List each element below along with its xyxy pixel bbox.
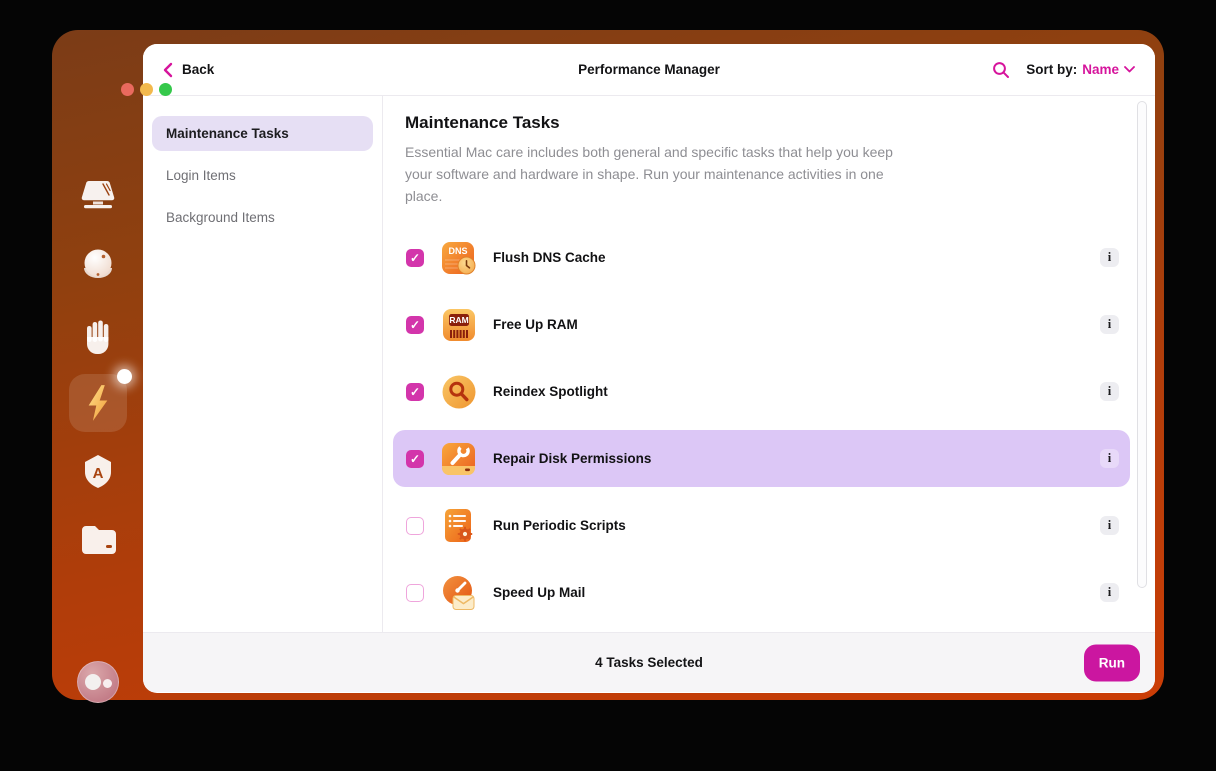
svg-text:RAM: RAM (449, 315, 468, 325)
task-row-flush-dns-cache[interactable]: DNS Flush DNS Cache i (393, 229, 1130, 286)
back-button[interactable]: Back (163, 62, 214, 78)
checkbox-checked[interactable] (406, 248, 424, 267)
info-button[interactable]: i (1100, 248, 1119, 267)
nav-item-background-items[interactable]: Background Items (152, 200, 373, 235)
task-label: Run Periodic Scripts (493, 518, 626, 533)
task-row-repair-disk-permissions[interactable]: Repair Disk Permissions i (393, 430, 1130, 487)
section-heading: Maintenance Tasks (405, 113, 560, 132)
checkbox-checked[interactable] (406, 449, 424, 468)
checkbox-unchecked[interactable] (406, 583, 424, 602)
protection-hand-icon (81, 318, 115, 354)
sort-by-label: Sort by: (1026, 62, 1078, 77)
task-row-reindex-spotlight[interactable]: Reindex Spotlight i (393, 363, 1130, 420)
close-button[interactable] (121, 83, 134, 96)
dock-item-mac[interactable] (79, 180, 117, 210)
section-description: Essential Mac care includes both general… (405, 144, 893, 204)
task-list: DNS Flush DNS Cache i (393, 229, 1130, 648)
sort-value: Name (1082, 62, 1119, 77)
search-icon[interactable] (992, 61, 1010, 79)
content-card: Back Performance Manager Sort by: Name M… (143, 44, 1155, 693)
assistant-avatar-icon (76, 661, 119, 703)
task-label: Free Up RAM (493, 317, 578, 332)
module-dock: A (52, 30, 143, 703)
info-button[interactable]: i (1100, 516, 1119, 535)
nav-item-maintenance-tasks[interactable]: Maintenance Tasks (152, 116, 373, 151)
chevron-down-icon (1124, 66, 1135, 73)
info-button[interactable]: i (1100, 583, 1119, 602)
dock-item-speed-selected[interactable] (68, 369, 132, 432)
applications-icon: A (81, 454, 115, 492)
run-button[interactable]: Run (1083, 644, 1140, 681)
card-footer: 4 Tasks Selected Run (143, 632, 1155, 692)
task-label: Speed Up Mail (493, 585, 586, 600)
task-label: Reindex Spotlight (493, 384, 608, 399)
nav-item-login-items[interactable]: Login Items (152, 158, 373, 193)
info-button[interactable]: i (1100, 315, 1119, 334)
info-button[interactable]: i (1100, 382, 1119, 401)
dock-item-files[interactable] (80, 524, 116, 554)
chevron-left-icon (163, 62, 173, 78)
scrollbar[interactable] (1137, 101, 1147, 588)
app-window: A Back Performance Manager Sort by: Name… (52, 30, 1164, 703)
mac-display-icon (79, 180, 117, 210)
maximize-button[interactable] (159, 83, 172, 96)
tasks-selected-status: 4 Tasks Selected (595, 655, 703, 670)
svg-text:DNS: DNS (448, 246, 467, 256)
checkbox-unchecked[interactable] (406, 516, 424, 535)
scripts-gear-icon (441, 508, 477, 544)
info-button[interactable]: i (1100, 449, 1119, 468)
task-row-run-periodic-scripts[interactable]: Run Periodic Scripts i (393, 497, 1130, 554)
dock-item-assistant[interactable] (76, 661, 119, 703)
window-controls (121, 83, 172, 96)
dock-item-cleanup[interactable] (80, 247, 116, 285)
mail-speedometer-icon (441, 575, 477, 611)
cleanup-orb-icon (80, 247, 116, 285)
speed-lightning-icon (81, 382, 115, 424)
card-header: Back Performance Manager Sort by: Name (143, 44, 1155, 96)
section-nav: Maintenance Tasks Login Items Background… (143, 96, 383, 632)
checkbox-checked[interactable] (406, 382, 424, 401)
dns-cache-icon: DNS (441, 240, 477, 276)
back-label: Back (182, 62, 215, 77)
notification-dot (116, 369, 132, 384)
task-label: Repair Disk Permissions (493, 451, 652, 466)
task-pane: Maintenance Tasks Essential Mac care inc… (383, 96, 1155, 648)
minimize-button[interactable] (140, 83, 153, 96)
svg-text:A: A (92, 465, 103, 482)
dock-item-protection[interactable] (81, 318, 115, 354)
task-row-free-up-ram[interactable]: RAM Free Up RAM i (393, 296, 1130, 353)
task-label: Flush DNS Cache (493, 250, 606, 265)
spotlight-magnifier-icon (441, 374, 477, 410)
checkbox-checked[interactable] (406, 315, 424, 334)
task-row-speed-up-mail[interactable]: Speed Up Mail i (393, 564, 1130, 621)
files-folder-icon (80, 524, 116, 554)
ram-chip-icon: RAM (441, 307, 477, 343)
disk-wrench-icon (441, 441, 477, 477)
sort-by-dropdown[interactable]: Sort by: Name (1026, 62, 1135, 77)
dock-item-applications[interactable]: A (81, 454, 115, 492)
